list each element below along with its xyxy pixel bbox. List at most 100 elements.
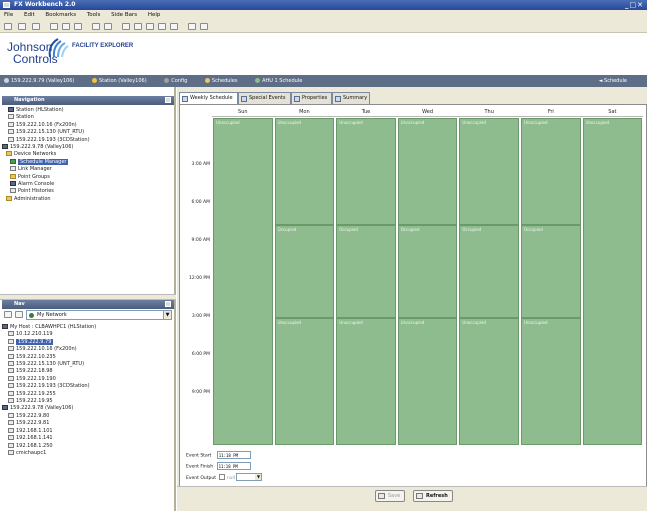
nav-tree-item[interactable]: Station (HLStation) bbox=[2, 107, 90, 114]
undo-icon[interactable] bbox=[188, 23, 196, 30]
breadcrumb-item[interactable]: 159.222.9.79 (Valley106) bbox=[4, 78, 82, 84]
delete-icon[interactable] bbox=[170, 23, 178, 30]
nav-tree-item[interactable]: 159.222.9.78 (Valley106) bbox=[2, 144, 90, 151]
network-tree-item[interactable]: 159.222.19.193 (3CDStation) bbox=[2, 383, 96, 390]
network-tree-item[interactable]: 10.12.210.119 bbox=[2, 331, 96, 338]
unoccupied-block[interactable]: Unoccupied bbox=[459, 118, 519, 225]
menu-edit[interactable]: Edit bbox=[24, 12, 35, 18]
network-tree-item[interactable]: 159.222.19.255 bbox=[2, 390, 96, 398]
occupied-block[interactable]: Occupied bbox=[459, 225, 519, 318]
redo-icon[interactable] bbox=[200, 23, 208, 30]
nav-tree-item[interactable]: Device Networks bbox=[2, 151, 90, 158]
network-tree-item[interactable]: My Host : CLBAWHPC1 (HLStation) bbox=[2, 324, 96, 331]
network-tree-item[interactable]: 192.168.1.101 bbox=[2, 427, 96, 435]
nav-tree-item[interactable]: Administration bbox=[2, 195, 90, 203]
unoccupied-block[interactable]: Unoccupied bbox=[274, 318, 335, 445]
tab-weekly-schedule[interactable]: Weekly Schedule bbox=[179, 92, 238, 104]
unoccupied-block[interactable]: Unoccupied bbox=[336, 118, 396, 225]
nav-tree-item[interactable]: Schedule Manager bbox=[2, 158, 90, 166]
breadcrumb-item[interactable]: Schedules bbox=[204, 78, 246, 84]
refresh-icon[interactable] bbox=[62, 23, 70, 30]
network-tree-item[interactable]: 159.222.9.80 bbox=[2, 412, 96, 420]
chevron-down-icon[interactable]: ▼ bbox=[163, 311, 171, 319]
weekly-schedule-grid[interactable]: Event Start Event Finish Event Output nu… bbox=[179, 104, 647, 511]
event-output-select[interactable]: ▼ bbox=[236, 473, 263, 481]
refresh-button[interactable]: Refresh bbox=[413, 490, 453, 502]
close-icon[interactable] bbox=[165, 97, 171, 103]
unoccupied-block[interactable]: Unoccupied bbox=[521, 118, 581, 225]
tab-properties[interactable]: Properties bbox=[291, 92, 332, 104]
home-icon[interactable] bbox=[74, 23, 82, 30]
nav-tree-item[interactable]: 159.222.10.16 (Fx200n) bbox=[2, 121, 90, 129]
unoccupied-block[interactable]: Unoccupied bbox=[582, 118, 643, 445]
menu-side-bars[interactable]: Side Bars bbox=[111, 12, 137, 18]
close-palette-icon[interactable] bbox=[15, 311, 23, 318]
network-tree-item[interactable]: 159.222.9.79 bbox=[2, 338, 96, 346]
network-tree-item[interactable]: 159.222.10.235 bbox=[2, 353, 96, 361]
view-selector[interactable]: ◄ Schedule bbox=[599, 75, 635, 87]
copy-icon[interactable] bbox=[134, 23, 142, 30]
network-tree-item[interactable]: 159.222.19.95 bbox=[2, 398, 96, 405]
tab-special-events[interactable]: Special Events bbox=[238, 92, 291, 104]
nav-tree-item[interactable]: 159.222.19.193 (3CDStation) bbox=[2, 136, 90, 144]
duplicate-icon[interactable] bbox=[158, 23, 166, 30]
day-column[interactable]: Unoccupied bbox=[212, 118, 274, 445]
save-all-icon[interactable] bbox=[104, 23, 112, 30]
tab-summary[interactable]: Summary bbox=[332, 92, 370, 104]
network-tree-item[interactable]: 159.222.19.190 bbox=[2, 375, 96, 383]
network-tree-item[interactable]: 192.168.1.250 bbox=[2, 442, 96, 450]
network-tree-item[interactable]: 159.222.15.130 (UNT_RTU) bbox=[2, 361, 96, 368]
menu-bookmarks[interactable]: Bookmarks bbox=[45, 12, 76, 18]
day-column[interactable]: Unoccupied Occupied Unoccupied bbox=[335, 118, 397, 445]
breadcrumb-item[interactable]: AHU 1 Schedule bbox=[255, 78, 310, 84]
menu-file[interactable]: File bbox=[4, 12, 13, 18]
nav-tree-item[interactable]: Point Histories bbox=[2, 188, 90, 195]
new-icon[interactable] bbox=[50, 23, 58, 30]
unoccupied-block[interactable]: Unoccupied bbox=[521, 318, 581, 445]
occupied-block[interactable]: Occupied bbox=[274, 225, 335, 318]
breadcrumb-item[interactable]: Config bbox=[164, 78, 195, 84]
network-select[interactable]: My Network ▼ bbox=[26, 310, 172, 320]
day-column[interactable]: Unoccupied Occupied Unoccupied bbox=[520, 118, 582, 445]
save-icon[interactable] bbox=[92, 23, 100, 30]
up-icon[interactable] bbox=[32, 23, 40, 30]
occupied-block[interactable]: Occupied bbox=[521, 225, 581, 318]
unoccupied-block[interactable]: Unoccupied bbox=[459, 318, 519, 445]
nav-tree-item[interactable]: Alarm Console bbox=[2, 181, 90, 188]
cut-icon[interactable] bbox=[122, 23, 130, 30]
unoccupied-block[interactable]: Unoccupied bbox=[397, 318, 458, 445]
window-controls[interactable]: _□✕ bbox=[625, 1, 644, 9]
unoccupied-block[interactable]: Unoccupied bbox=[336, 318, 396, 445]
unoccupied-block[interactable]: Unoccupied bbox=[213, 118, 273, 445]
network-tree-item[interactable]: 159.222.9.78 (Valley106) bbox=[2, 405, 96, 412]
network-tree-item[interactable]: cmichaupc1 bbox=[2, 449, 96, 457]
breadcrumb-item[interactable]: Station (Valley106) bbox=[91, 78, 155, 84]
network-tree-item[interactable]: 159.222.10.16 (Fx200n) bbox=[2, 346, 96, 353]
occupied-block[interactable]: Occupied bbox=[397, 225, 458, 318]
nav-tree-item[interactable]: Point Groups bbox=[2, 173, 90, 181]
network-tree-item[interactable]: 159.222.18.98 bbox=[2, 368, 96, 375]
forward-icon[interactable] bbox=[18, 23, 26, 30]
null-checkbox[interactable] bbox=[219, 474, 226, 480]
chevron-down-icon[interactable]: ▼ bbox=[255, 474, 262, 480]
network-tree-item[interactable]: 192.168.1.141 bbox=[2, 435, 96, 442]
save-button[interactable]: Save bbox=[375, 490, 405, 502]
event-start-field[interactable] bbox=[216, 451, 251, 459]
network-tree-item[interactable]: 159.222.9.81 bbox=[2, 420, 96, 427]
paste-icon[interactable] bbox=[146, 23, 154, 30]
nav-tree-item[interactable]: 159.222.15.130 (UNT_RTU) bbox=[2, 129, 90, 136]
unoccupied-block[interactable]: Unoccupied bbox=[274, 118, 335, 225]
day-column[interactable]: Unoccupied Occupied Unoccupied bbox=[458, 118, 520, 445]
open-icon[interactable] bbox=[4, 311, 12, 318]
nav-tree-item[interactable]: Link Manager bbox=[2, 166, 90, 173]
day-column[interactable]: Unoccupied Occupied Unoccupied bbox=[273, 118, 336, 445]
nav-tree-item[interactable]: Station bbox=[2, 114, 90, 121]
menu-tools[interactable]: Tools bbox=[87, 12, 101, 18]
occupied-block[interactable]: Occupied bbox=[336, 225, 396, 318]
day-column[interactable]: Unoccupied Occupied Unoccupied bbox=[396, 118, 459, 445]
menu-help[interactable]: Help bbox=[148, 12, 161, 18]
back-icon[interactable] bbox=[4, 23, 12, 30]
day-column[interactable]: Unoccupied bbox=[581, 118, 644, 445]
close-icon[interactable] bbox=[165, 301, 171, 307]
unoccupied-block[interactable]: Unoccupied bbox=[397, 118, 458, 225]
